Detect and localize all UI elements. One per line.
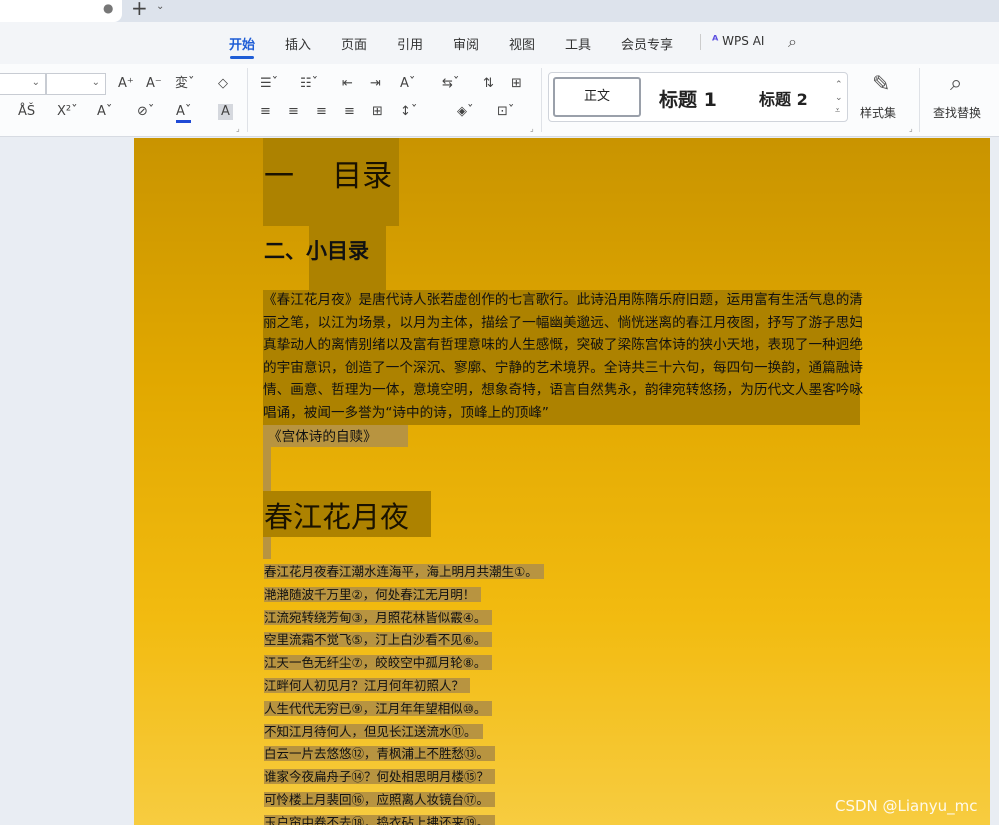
phonetic-icon[interactable]: 変ˇ bbox=[175, 76, 195, 92]
poem-line: 空里流霜不觉飞⑤，汀上白沙看不见⑥。 bbox=[264, 629, 544, 652]
sort-direction-icon[interactable]: ⇆ˇ bbox=[442, 76, 459, 92]
text-direction-icon[interactable]: Aˇ bbox=[400, 76, 415, 92]
align-right-icon[interactable]: ≡ bbox=[316, 104, 327, 120]
style-normal[interactable]: 正文 bbox=[553, 77, 641, 117]
columns-icon[interactable]: ⊞ bbox=[511, 76, 522, 92]
align-left-icon[interactable]: ≡ bbox=[260, 104, 271, 120]
tab-close-icon[interactable]: ● bbox=[103, 1, 113, 15]
char-shading-icon[interactable]: A bbox=[218, 104, 233, 120]
ribbon-divider bbox=[541, 68, 542, 132]
poem-line: 江流宛转绕芳甸③，月照花林皆似霰④。 bbox=[264, 607, 544, 630]
strikethrough-icon[interactable]: ÅŠ bbox=[18, 104, 35, 120]
poem-body: 春江花月夜春江潮水连海平，海上明月共潮生①。 滟滟随波千万里②，何处春江无月明！… bbox=[264, 561, 544, 825]
superscript-icon[interactable]: X²ˇ bbox=[57, 104, 78, 120]
font-size-select[interactable]: ⌄ bbox=[46, 73, 106, 95]
font-family-select[interactable]: ⌄ bbox=[0, 73, 46, 95]
find-replace-button[interactable]: 查找替换 bbox=[933, 104, 981, 121]
style-set-icon[interactable]: ✎ bbox=[872, 72, 890, 97]
tab-bar: ● + ⌄ bbox=[0, 0, 999, 22]
expand-icon[interactable]: ⌟ bbox=[530, 124, 534, 133]
wps-ai-button[interactable]: ᴬ WPS AI bbox=[712, 34, 764, 49]
document-page[interactable]: 一 目录 二、小目录 《春江花月夜》是唐代诗人张若虚创作的七言歌行。此诗沿用陈隋… bbox=[134, 138, 990, 825]
poem-line: 不知江月待何人，但见长江送流水⑪。 bbox=[264, 721, 544, 744]
style-set-button[interactable]: 样式集 bbox=[860, 104, 896, 121]
find-icon[interactable]: ⌕ bbox=[950, 71, 962, 96]
align-center-icon[interactable]: ≡ bbox=[288, 104, 299, 120]
increase-indent-icon[interactable]: ⇥ bbox=[370, 76, 381, 92]
heading-1: 一 目录 bbox=[264, 159, 393, 194]
selection-highlight bbox=[263, 537, 271, 559]
menu-tools[interactable]: 工具 bbox=[565, 34, 591, 53]
menu-home[interactable]: 开始 bbox=[229, 34, 255, 53]
selection-highlight bbox=[263, 447, 271, 491]
expand-icon[interactable]: ⌟ bbox=[236, 124, 240, 133]
toc-line: 《宫体诗的自赎》 bbox=[268, 429, 377, 445]
poem-line: 江畔何人初见月？江月何年初照人？ bbox=[264, 675, 544, 698]
watermark: CSDN @Lianyu_mc bbox=[835, 797, 978, 815]
menu-references[interactable]: 引用 bbox=[397, 34, 423, 53]
intro-paragraph: 《春江花月夜》是唐代诗人张若虚创作的七言歌行。此诗沿用陈隋乐府旧题，运用富有生活… bbox=[263, 292, 863, 421]
menu-divider bbox=[700, 34, 701, 50]
poem-line: 谁家今夜扁舟子⑭？何处相思明月楼⑮？ bbox=[264, 766, 544, 789]
grow-font-icon[interactable]: A⁺ bbox=[118, 76, 134, 92]
menu-member[interactable]: 会员专享 bbox=[621, 34, 673, 53]
chevron-down-icon: ⌄ bbox=[91, 77, 100, 88]
ribbon-divider bbox=[247, 68, 248, 132]
style-gallery: 正文 标题 1 标题 2 ⌃ ⌄ ⩡ bbox=[548, 72, 848, 122]
chevron-down-icon[interactable]: ⌄ bbox=[156, 1, 164, 12]
menu-review[interactable]: 审阅 bbox=[453, 34, 479, 53]
style-heading-1[interactable]: 标题 1 bbox=[659, 85, 717, 112]
search-icon[interactable]: ⌕ bbox=[788, 32, 797, 52]
menu-bar: 开始 插入 页面 引用 审阅 视图 工具 会员专享 ᴬ WPS AI ⌕ bbox=[0, 22, 999, 64]
wps-ai-icon: ᴬ bbox=[712, 34, 719, 49]
menu-page[interactable]: 页面 bbox=[341, 34, 367, 53]
poem-line: 滟滟随波千万里②，何处春江无月明！ bbox=[264, 584, 544, 607]
font-color-icon[interactable]: Aˇ bbox=[176, 104, 192, 123]
new-tab-icon[interactable]: + bbox=[131, 0, 148, 20]
menu-view[interactable]: 视图 bbox=[509, 34, 535, 53]
expand-icon[interactable]: ⌟ bbox=[909, 124, 913, 133]
poem-line: 白云一片去悠悠⑫，青枫浦上不胜愁⑬。 bbox=[264, 743, 544, 766]
heading-2: 二、小目录 bbox=[264, 239, 369, 263]
clear-format-icon[interactable]: ◇ bbox=[218, 76, 228, 92]
active-tab-indicator bbox=[230, 56, 254, 59]
poem-line: 人生代代无穷已⑨，江月年年望相似⑩。 bbox=[264, 698, 544, 721]
ribbon-toolbar: ⌄ ⌄ A⁺ A⁻ 変ˇ ◇ ÅŠ X²ˇ Aˇ ⊘ˇ Aˇ A ☰ˇ ☷ˇ ⇤… bbox=[0, 64, 999, 137]
menu-insert[interactable]: 插入 bbox=[285, 34, 311, 53]
decrease-indent-icon[interactable]: ⇤ bbox=[342, 76, 353, 92]
poem-line: 可怜楼上月裴回⑯，应照离人妆镜台⑰。 bbox=[264, 789, 544, 812]
distributed-icon[interactable]: ⊞ bbox=[372, 104, 383, 120]
shrink-font-icon[interactable]: A⁻ bbox=[146, 76, 162, 92]
gallery-scroll[interactable]: ⌃ ⌄ ⩡ bbox=[835, 79, 843, 118]
line-spacing-icon[interactable]: ↕ˇ bbox=[400, 104, 417, 120]
bullets-icon[interactable]: ☰ˇ bbox=[260, 76, 278, 92]
sort-icon[interactable]: ⇅ bbox=[483, 76, 494, 92]
text-effect-icon[interactable]: Aˇ bbox=[97, 104, 112, 120]
highlight-icon[interactable]: ⊘ˇ bbox=[137, 104, 154, 120]
chevron-down-icon: ⌄ bbox=[31, 77, 40, 88]
poem-title: 春江花月夜 bbox=[264, 500, 410, 534]
poem-line: 江天一色无纤尘⑦，皎皎空中孤月轮⑧。 bbox=[264, 652, 544, 675]
wps-ai-label: WPS AI bbox=[722, 34, 765, 48]
paragraph-shading-icon[interactable]: ◈ˇ bbox=[457, 104, 474, 120]
numbering-icon[interactable]: ☷ˇ bbox=[300, 76, 318, 92]
document-tab[interactable]: ● bbox=[0, 0, 122, 22]
poem-line: 玉户帘中卷不去⑱，捣衣砧上拂还来⑲。 bbox=[264, 812, 544, 825]
ribbon-divider bbox=[919, 68, 920, 132]
justify-icon[interactable]: ≡ bbox=[344, 104, 355, 120]
style-heading-2[interactable]: 标题 2 bbox=[759, 86, 808, 110]
borders-icon[interactable]: ⊡ˇ bbox=[497, 104, 514, 120]
poem-line: 春江花月夜春江潮水连海平，海上明月共潮生①。 bbox=[264, 561, 544, 584]
